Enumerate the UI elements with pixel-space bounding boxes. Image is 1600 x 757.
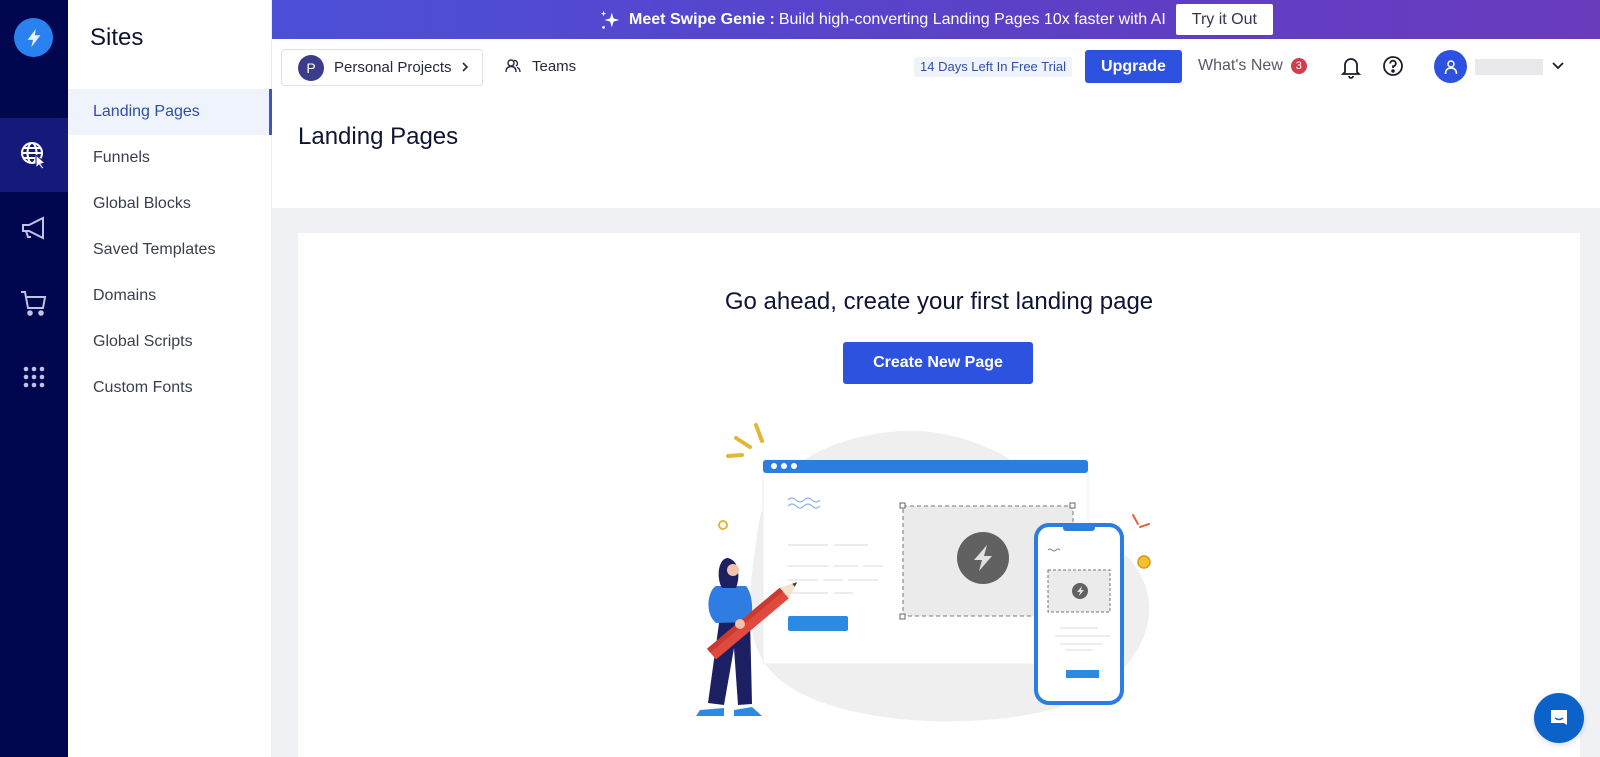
sites-item-domains[interactable]: Domains xyxy=(68,273,272,319)
chevron-right-icon xyxy=(460,60,470,76)
whats-new-label: What's New xyxy=(1198,57,1283,74)
yellow-ring-decoration xyxy=(718,520,728,530)
sparkle-icon xyxy=(599,9,621,31)
banner-text: Build high-converting Landing Pages 10x … xyxy=(778,10,1166,28)
sites-item-landing-pages[interactable]: Landing Pages xyxy=(68,89,272,135)
rail-item-marketing[interactable] xyxy=(0,192,68,266)
teams-link[interactable]: Teams xyxy=(504,57,576,75)
user-icon xyxy=(1444,59,1457,74)
cart-icon xyxy=(21,291,47,316)
grid-dots-icon xyxy=(23,366,45,388)
sites-item-saved-templates[interactable]: Saved Templates xyxy=(68,227,272,273)
chat-icon xyxy=(1551,710,1567,725)
promo-banner: Meet Swipe Genie : Build high-converting… xyxy=(272,0,1600,39)
project-label: Personal Projects xyxy=(334,59,452,76)
rail-item-commerce[interactable] xyxy=(0,266,68,340)
bolt-logo-icon xyxy=(27,28,40,47)
app-logo[interactable] xyxy=(14,18,53,57)
phone-graphic xyxy=(1034,523,1124,705)
project-avatar: P xyxy=(298,54,324,81)
sites-panel: Sites Landing Pages Funnels Global Block… xyxy=(68,0,272,757)
sites-item-custom-fonts[interactable]: Custom Fonts xyxy=(68,365,272,411)
chevron-down-icon xyxy=(1551,58,1565,76)
try-it-out-button[interactable]: Try it Out xyxy=(1175,4,1273,35)
bell-icon xyxy=(1340,58,1362,79)
help-circle-icon xyxy=(1383,56,1403,76)
globe-cursor-icon xyxy=(21,142,47,170)
sites-nav: Landing Pages Funnels Global Blocks Save… xyxy=(68,89,272,411)
empty-state-illustration xyxy=(696,423,1151,722)
upgrade-button[interactable]: Upgrade xyxy=(1085,50,1182,83)
teams-label: Teams xyxy=(532,57,577,75)
help-button[interactable] xyxy=(1382,55,1404,82)
megaphone-icon xyxy=(22,216,44,240)
sites-title: Sites xyxy=(90,24,144,51)
user-avatar xyxy=(1434,50,1467,83)
users-icon xyxy=(505,59,521,73)
banner-highlight: Meet Swipe Genie : xyxy=(629,10,775,28)
create-new-page-button[interactable]: Create New Page xyxy=(843,342,1033,384)
sites-item-global-scripts[interactable]: Global Scripts xyxy=(68,319,272,365)
app-rail xyxy=(0,0,68,757)
empty-state-card: Go ahead, create your first landing page… xyxy=(298,233,1580,757)
sites-item-funnels[interactable]: Funnels xyxy=(68,135,272,181)
sparkle-lines-decoration xyxy=(726,423,764,458)
project-switcher[interactable]: P Personal Projects xyxy=(281,49,483,86)
chat-launcher-button[interactable] xyxy=(1534,693,1584,743)
red-lines-decoration xyxy=(1132,514,1150,528)
notifications-button[interactable] xyxy=(1340,55,1362,84)
top-bar: P Personal Projects Teams 14 Days Left I… xyxy=(272,39,1600,95)
rail-item-sites[interactable] xyxy=(0,118,68,192)
whats-new-link[interactable]: What's New 3 xyxy=(1198,57,1307,75)
empty-state-title: Go ahead, create your first landing page xyxy=(724,288,1154,315)
page-header: Landing Pages xyxy=(272,95,1600,208)
whats-new-count-badge: 3 xyxy=(1290,58,1307,74)
rail-item-apps[interactable] xyxy=(0,340,68,414)
page-title: Landing Pages xyxy=(298,123,459,150)
user-name-redacted xyxy=(1475,58,1543,75)
trial-badge: 14 Days Left In Free Trial xyxy=(914,57,1072,77)
yellow-dot-decoration xyxy=(1137,555,1151,569)
sites-item-global-blocks[interactable]: Global Blocks xyxy=(68,181,272,227)
user-menu[interactable] xyxy=(1434,50,1565,83)
